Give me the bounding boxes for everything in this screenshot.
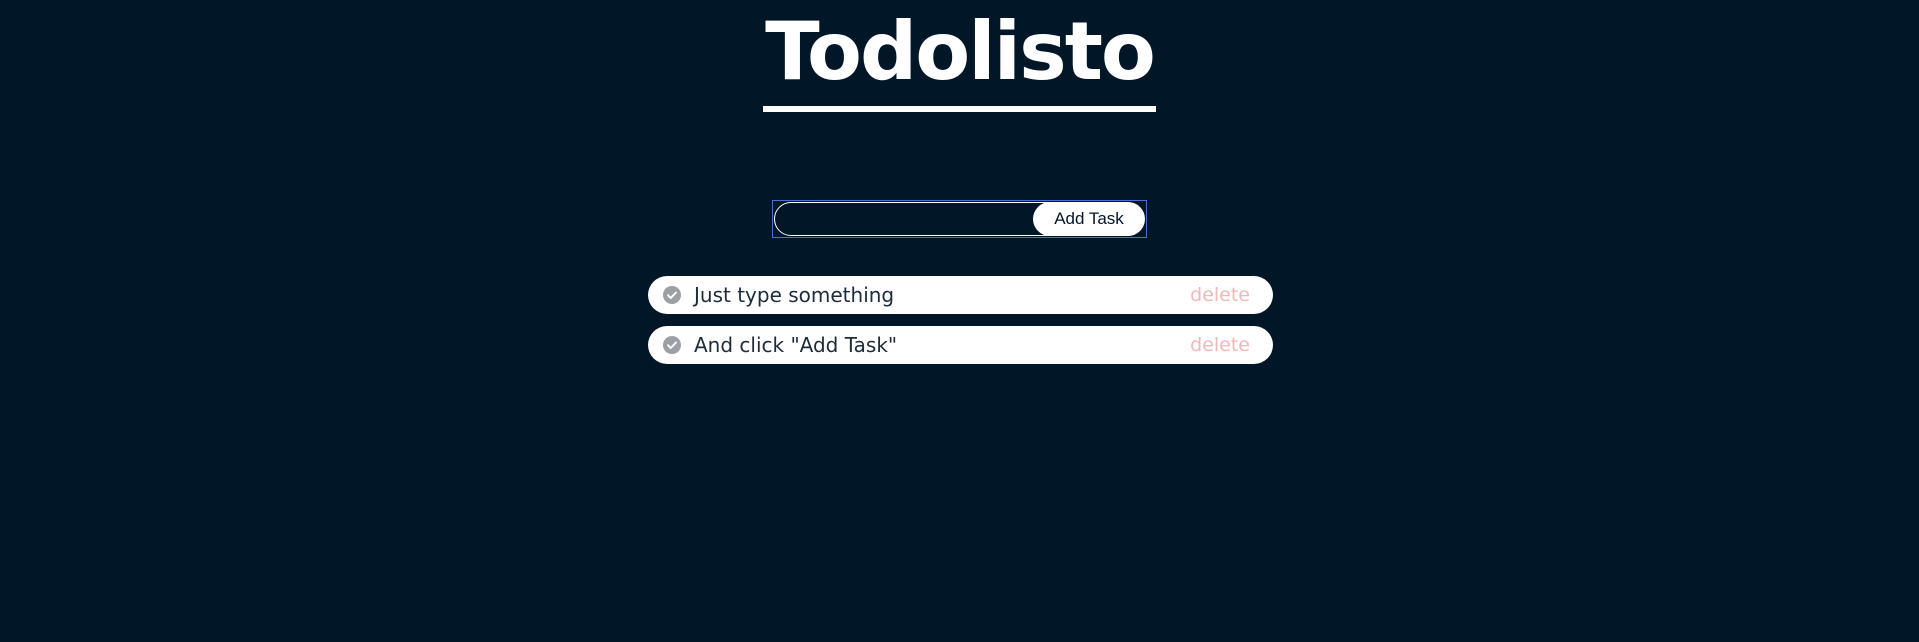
add-task-form: Add Task: [772, 200, 1147, 238]
task-item: Just type something delete: [648, 276, 1273, 314]
delete-task-link[interactable]: delete: [1190, 276, 1250, 314]
app-title-container: Todolisto: [0, 0, 1919, 112]
task-list: Just type something delete And click "Ad…: [648, 276, 1273, 376]
task-text: And click "Add Task": [694, 333, 898, 357]
add-task-button[interactable]: Add Task: [1033, 202, 1145, 236]
delete-task-link[interactable]: delete: [1190, 326, 1250, 364]
app-title: Todolisto: [763, 0, 1156, 112]
check-circle-icon[interactable]: [663, 286, 681, 304]
task-text: Just type something: [694, 283, 895, 307]
check-circle-icon[interactable]: [663, 336, 681, 354]
task-item: And click "Add Task" delete: [648, 326, 1273, 364]
